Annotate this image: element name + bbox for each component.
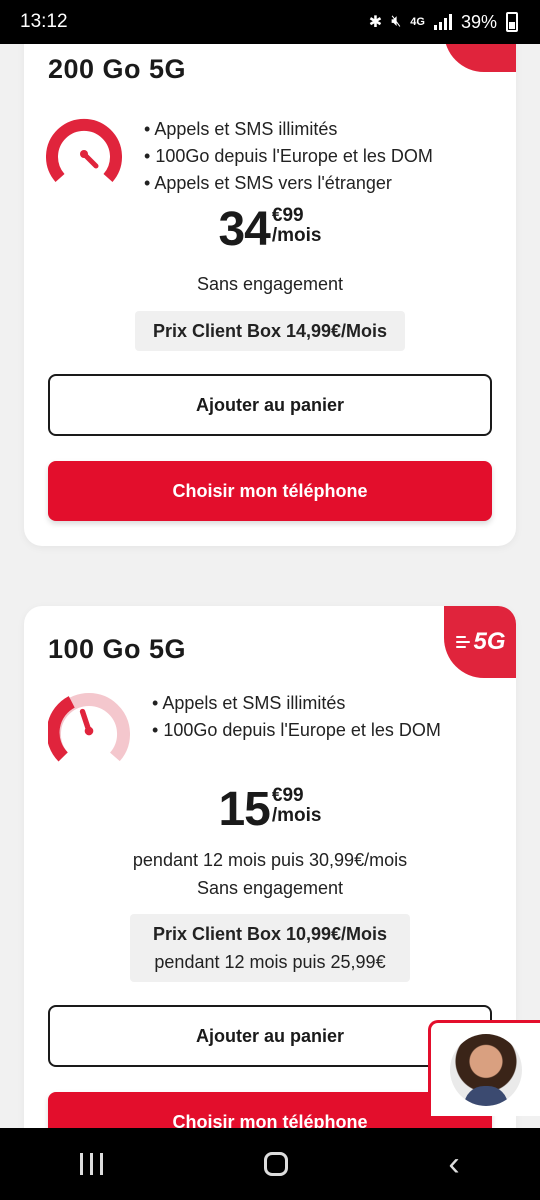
plan-card-200go: 200 Go 5G 5G Appels et SMS illimités 100… [24,0,516,546]
price-unit: /mois [271,805,322,826]
home-icon[interactable] [263,1152,288,1176]
status-bar: 13:12 ✱ 🔇︎ 4G 39% [0,0,540,44]
battery-level: 39% [460,11,497,32]
price-cents: €99 [271,785,304,806]
price-cents: €99 [271,205,304,226]
plan-title: 100 Go 5G [48,634,187,664]
plan-title: 200 Go 5G [48,54,187,84]
speed-lines-icon [456,636,471,648]
price: 15 €99 /mois [24,786,516,834]
box-client-price: Prix Client Box 10,99€/Mois pendant 12 m… [130,914,410,982]
system-nav-bar: ‹ [0,1128,540,1200]
add-to-cart-button[interactable]: Ajouter au panier [48,1005,492,1067]
support-agent-avatar[interactable] [449,1033,522,1106]
signal-icon [433,14,452,30]
box-client-price-detail: pendant 12 mois puis 25,99€ [154,952,386,972]
feature-item: Appels et SMS vers l'étranger [144,170,433,197]
feature-list: Appels et SMS illimités 100Go depuis l'E… [152,690,441,744]
battery-icon [506,12,518,32]
feature-item: 100Go depuis l'Europe et les DOM [152,717,441,744]
price: 34 €99 /mois [24,206,516,254]
feature-item: Appels et SMS illimités [144,116,433,143]
commitment-note: Sans engagement [196,274,344,294]
back-icon[interactable]: ‹ [448,1147,459,1181]
promo-duration-note: pendant 12 mois puis 30,99€/mois [132,850,408,870]
network-type: 4G [410,16,425,28]
feature-item: Appels et SMS illimités [152,690,441,717]
price-unit: /mois [271,225,322,246]
choose-phone-button[interactable]: Choisir mon téléphone [48,461,492,521]
commitment-note: Sans engagement [196,878,344,898]
mute-icon: 🔇︎ [391,13,402,30]
5g-badge: 5G [444,606,516,678]
speed-gauge-icon [46,118,122,182]
bluetooth-icon: ✱ [368,14,383,31]
status-icons: ✱ 🔇︎ 4G 39% [369,12,518,33]
status-time: 13:12 [20,11,68,32]
price-integer: 15 [218,783,270,836]
price-integer: 34 [218,203,270,256]
add-to-cart-button[interactable]: Ajouter au panier [48,374,492,436]
speed-gauge-icon [48,693,130,762]
feature-item: 100Go depuis l'Europe et les DOM [144,143,433,170]
recent-apps-icon[interactable] [80,1153,104,1175]
feature-list: Appels et SMS illimités 100Go depuis l'E… [144,116,433,197]
box-client-price: Prix Client Box 14,99€/Mois [135,311,405,351]
chat-support-widget[interactable] [428,1020,540,1116]
